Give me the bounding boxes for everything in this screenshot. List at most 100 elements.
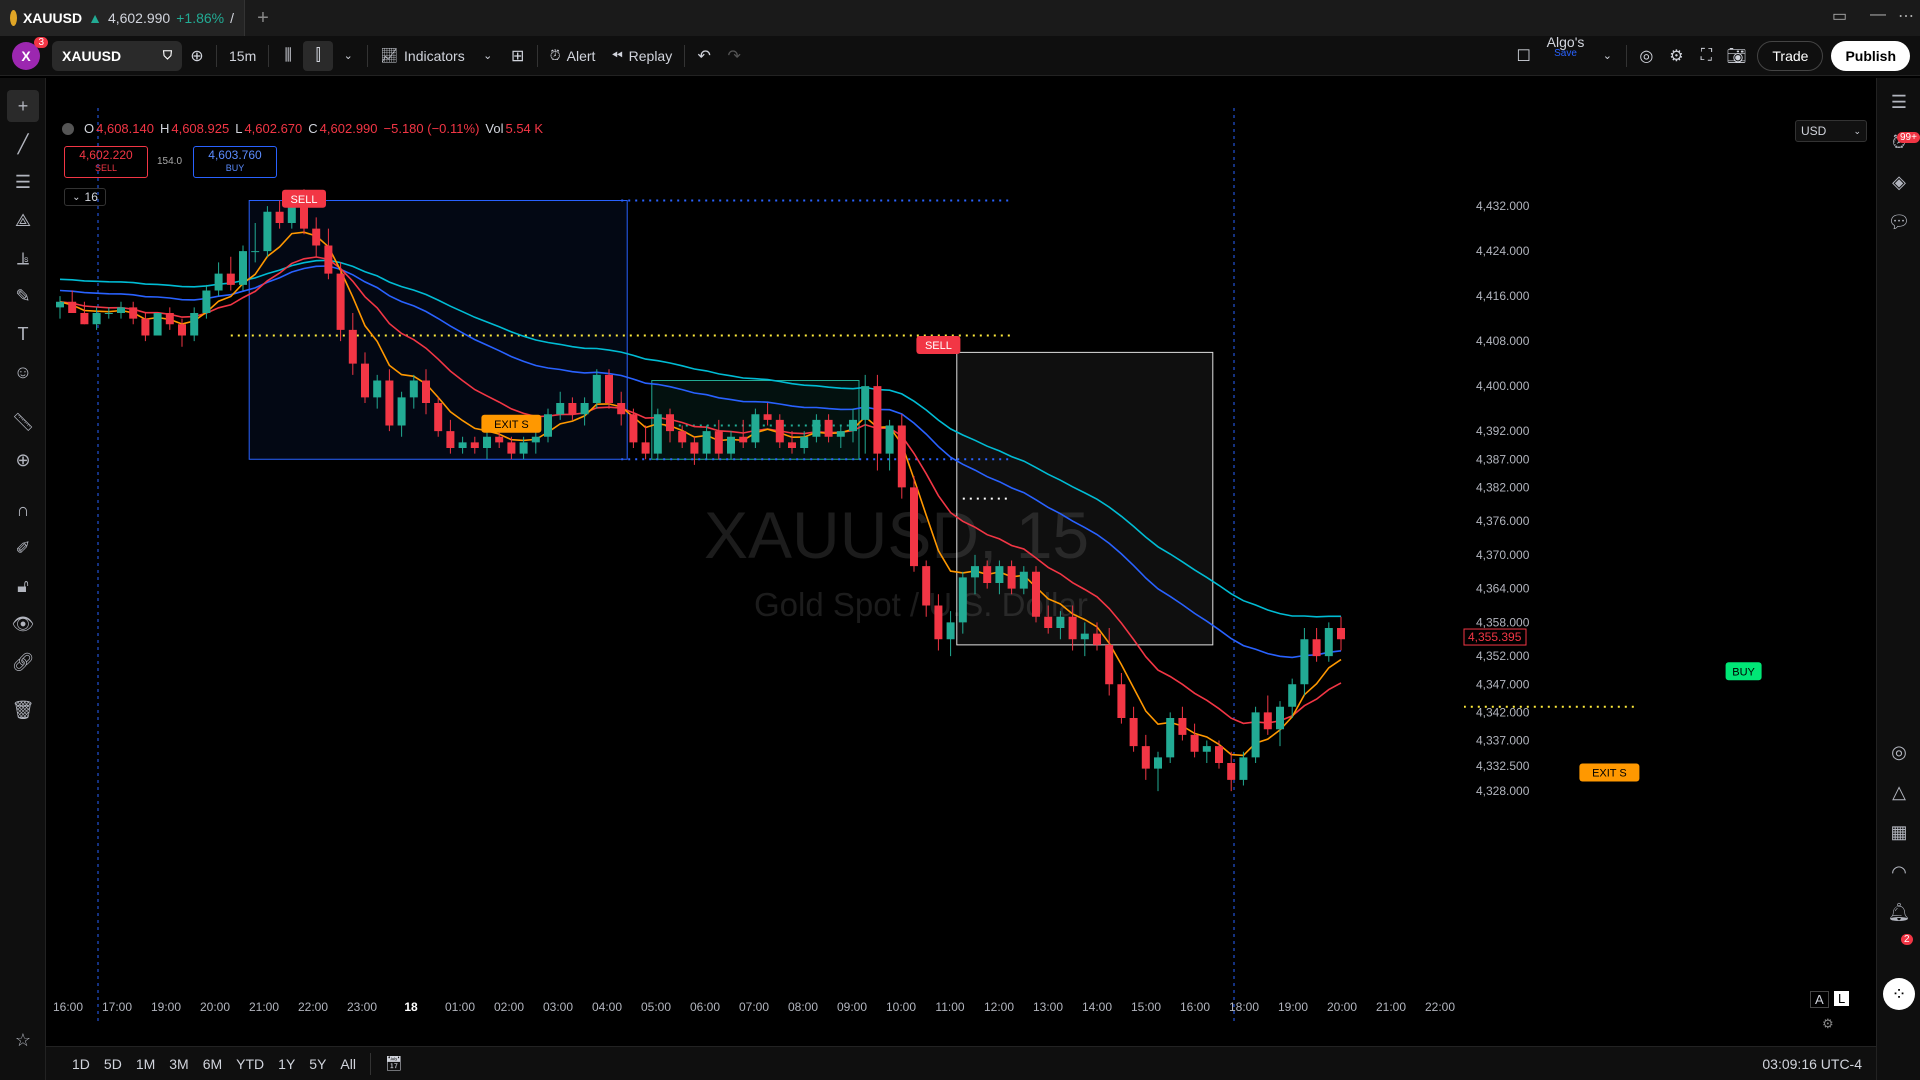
magnet-icon[interactable]: ∩ — [7, 494, 39, 526]
settings-icon[interactable]: ⚙︎ — [1661, 41, 1691, 71]
time-axis[interactable]: 16:00 17:00 19:00 20:00 21:00 22:00 23:00 18 01:… — [53, 1000, 1455, 1014]
chevron-down-icon[interactable]: ⌄ — [1592, 41, 1622, 71]
candle-body — [775, 419, 784, 443]
auto-scale-button[interactable]: A — [1810, 991, 1829, 1008]
chevron-down-icon[interactable]: ⌄ — [473, 41, 503, 71]
buy-button[interactable]: 4,603.760 BUY — [193, 146, 277, 178]
new-tab-icon[interactable]: + — [245, 7, 281, 30]
range-5d[interactable]: 5D — [98, 1056, 128, 1072]
log-scale-button[interactable]: L — [1834, 991, 1850, 1006]
range-1m[interactable]: 1M — [130, 1056, 161, 1072]
candle-body — [495, 436, 504, 443]
ruler-icon[interactable]: 📏︎ — [7, 406, 39, 438]
interval-button[interactable]: 15m — [221, 36, 264, 76]
candle-body — [434, 403, 443, 432]
fib-icon[interactable]: ☰ — [7, 166, 39, 198]
symbol-label: XAUUSD — [62, 47, 122, 64]
candle-body — [92, 313, 101, 325]
price-tick: 4,352.000 — [1476, 649, 1530, 663]
bell-icon[interactable]: 🔔︎ — [1883, 896, 1915, 928]
price-chart[interactable]: XAUUSD, 15 Gold Spot / U.S. Dollar SELLE… — [46, 78, 1876, 1030]
publish-button[interactable]: Publish — [1831, 40, 1910, 71]
alert-button[interactable]: ⏰︎ Alert — [542, 36, 604, 76]
candle-body — [239, 251, 247, 285]
zoom-icon[interactable]: ⊕ — [7, 444, 39, 476]
pattern-icon[interactable]: ⟁ — [7, 204, 39, 236]
lock-icon[interactable]: 🔓︎ — [7, 570, 39, 602]
candle-body — [1093, 633, 1101, 645]
candle-body — [1178, 718, 1187, 735]
candle-style-icon[interactable]: ⫿ — [303, 40, 334, 71]
divider — [367, 44, 369, 67]
replay-button[interactable]: ⏪︎ Replay — [603, 36, 680, 76]
quick-search-icon[interactable]: ◎ — [1631, 41, 1661, 71]
forecast-icon[interactable]: ⫡ — [7, 242, 39, 274]
top-toolbar: X 3 XAUUSD ⛉ ⊕ 15m ⫼ ⫿ ⌄ 📈︎ Indicators ⌄… — [0, 35, 1920, 76]
candle-body — [190, 313, 199, 336]
watchlist-icon[interactable]: ☰ — [1883, 86, 1915, 118]
range-1d[interactable]: 1D — [66, 1056, 96, 1072]
range-5y[interactable]: 5Y — [303, 1056, 332, 1072]
ideas-icon[interactable]: △ — [1883, 776, 1915, 808]
symbol-search[interactable]: XAUUSD ⛉ — [52, 40, 182, 71]
candle — [1032, 566, 1040, 623]
avatar-letter: X — [21, 47, 31, 64]
currency-select[interactable]: USD ⌄ — [1795, 120, 1867, 142]
chat-icon[interactable]: 💬︎ — [1883, 206, 1915, 238]
chevron-down-icon[interactable]: ⌄ — [333, 41, 363, 71]
stay-drawing-icon[interactable]: ✐ — [7, 532, 39, 564]
range-6m[interactable]: 6M — [197, 1056, 228, 1072]
time-tick: 06:00 — [690, 1000, 720, 1014]
time-tick: 18:00 — [1229, 1000, 1259, 1014]
candle — [1117, 673, 1126, 724]
candle-body — [1129, 718, 1138, 747]
indicator-collapse-button[interactable]: ⌄ 16 — [64, 188, 106, 206]
compare-add-icon[interactable]: ⊕ — [182, 41, 212, 71]
redo-icon[interactable]: ↷ — [719, 41, 749, 71]
fullscreen-box-icon[interactable]: ☐ — [1509, 41, 1539, 71]
tab-xauusd[interactable]: XAUUSD ▲ 4,602.990 +1.86% / — [0, 0, 245, 36]
trend-line-icon[interactable]: ╱ — [7, 128, 39, 160]
chart-area[interactable]: XAUUSD, 15 Gold Spot / U.S. Dollar SELL E… — [46, 78, 1876, 1030]
brush-icon[interactable]: ✎ — [7, 280, 39, 312]
crosshair-icon[interactable]: + — [7, 90, 39, 122]
price-axis[interactable]: 4,432.000 4,424.000 4,416.000 4,408.000 4,40… — [1463, 199, 1530, 798]
apps-grid-icon[interactable]: ⁘ — [1883, 978, 1915, 1010]
layout-name-button[interactable]: Algo's Save — [1539, 35, 1593, 76]
candle — [239, 245, 247, 291]
broadcast-icon[interactable]: ◠ — [1883, 856, 1915, 888]
range-3m[interactable]: 3M — [163, 1056, 194, 1072]
range-ytd[interactable]: YTD — [230, 1056, 270, 1072]
layout-icon[interactable]: ▭ — [1832, 6, 1847, 26]
undo-icon[interactable]: ↶ — [689, 41, 719, 71]
goto-date-icon[interactable]: 📅︎ — [379, 1055, 409, 1072]
bar-style-icon[interactable]: ⫼ — [273, 41, 303, 71]
range-1y[interactable]: 1Y — [272, 1056, 301, 1072]
link-icon[interactable]: 🔗︎ — [7, 646, 39, 678]
trade-button[interactable]: Trade — [1757, 40, 1824, 71]
minimize-icon[interactable]: — — [1870, 6, 1886, 24]
legend-toggle-icon[interactable] — [62, 122, 74, 135]
camera-icon[interactable]: 📷︎ — [1721, 41, 1751, 71]
price-tick: 4,337.000 — [1476, 734, 1530, 748]
templates-icon[interactable]: ⊞ — [503, 41, 533, 71]
trash-icon[interactable]: 🗑︎ — [7, 694, 39, 726]
text-icon[interactable]: T — [7, 318, 39, 350]
more-icon[interactable]: ⋯ — [1898, 6, 1914, 26]
star-icon[interactable]: ☆ — [7, 1024, 39, 1056]
axis-settings-icon[interactable]: ⚙︎ — [1822, 1016, 1834, 1032]
candle-body — [1239, 757, 1248, 780]
calendar-icon[interactable]: ▦ — [1883, 816, 1915, 848]
layers-icon[interactable]: ◈ — [1883, 166, 1915, 198]
price-tick: 4,424.000 — [1476, 244, 1530, 258]
target-icon[interactable]: ◎ — [1883, 736, 1915, 768]
eye-icon[interactable]: 👁︎ — [7, 608, 39, 640]
sell-button[interactable]: 4,602.220 SELL — [64, 146, 148, 178]
fullscreen-icon[interactable]: ⛶ — [1691, 41, 1721, 71]
emoji-icon[interactable]: ☺ — [7, 356, 39, 388]
avatar[interactable]: X 3 — [12, 36, 48, 70]
time-tick: 05:00 — [641, 1000, 671, 1014]
range-all[interactable]: All — [334, 1056, 362, 1072]
indicators-button[interactable]: 📈︎ Indicators — [372, 36, 472, 76]
candle — [56, 296, 64, 319]
